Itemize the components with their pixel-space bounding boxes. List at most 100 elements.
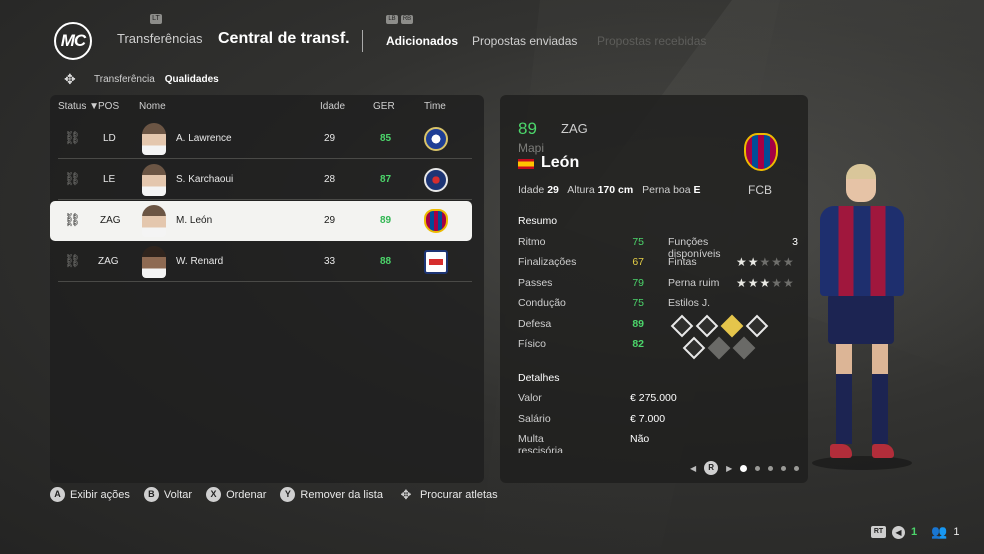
finance-multa: Multa rescisória Não <box>518 433 788 453</box>
player-first-name: Mapi <box>518 141 545 155</box>
club-abbreviation: FCB <box>748 183 772 197</box>
hint-remover[interactable]: Y Remover da lista <box>280 487 383 502</box>
col-ger[interactable]: GER <box>373 101 395 112</box>
col-pos[interactable]: POS <box>98 101 119 112</box>
playstyle-icon[interactable] <box>745 314 769 338</box>
playstyle-icon[interactable] <box>670 314 694 338</box>
attr-label: Físico <box>518 338 547 350</box>
playstyle-icon[interactable] <box>682 336 706 360</box>
hint-procurar-atletas[interactable]: ✥ Procurar atletas <box>397 487 498 502</box>
attr-label: Finalizações <box>518 256 577 268</box>
spain-flag-icon <box>518 159 534 169</box>
playstyles-label: Estilos J. <box>668 297 711 309</box>
playstyle-empty-icon <box>707 336 731 360</box>
playstyle-icon[interactable] <box>695 314 719 338</box>
y-button-icon: Y <box>280 487 296 502</box>
row-name: M. León <box>176 215 213 226</box>
attr-defesa: Defesa 89 <box>518 318 644 330</box>
finance-valor: Valor € 275.000 <box>518 392 788 404</box>
tab-adicionados[interactable]: Adicionados <box>386 34 458 48</box>
subnav-transferencia[interactable]: Transferência <box>94 74 155 85</box>
playstyle-plus-icon[interactable] <box>720 314 744 338</box>
functions-value: 3 <box>792 236 798 248</box>
player-avatar <box>142 123 166 155</box>
corner-status: RT ◀ 1 👥 1 <box>871 524 959 540</box>
attr-value: 67 <box>632 256 644 268</box>
finance-value: € 7.000 <box>630 413 666 425</box>
users-count: 1 <box>953 526 960 538</box>
lt-button-hint: LT <box>150 14 162 24</box>
pager-dot[interactable] <box>755 465 761 471</box>
summary-title: Resumo <box>518 215 558 227</box>
attr-ritmo: Ritmo 75 <box>518 236 644 248</box>
row-name: A. Lawrence <box>176 133 232 144</box>
age-label: Idade <box>518 184 545 196</box>
table-row[interactable]: ⛓ LE S. Karchaoui 28 87 <box>58 160 472 200</box>
x-button-icon: X <box>206 487 222 502</box>
finance-value: € 275.000 <box>630 392 677 404</box>
col-team[interactable]: Time <box>424 101 446 112</box>
row-name: S. Karchaoui <box>176 174 234 185</box>
barcelona-crest-icon <box>744 133 778 171</box>
r-button-hint: R <box>704 461 719 475</box>
age-value: 29 <box>547 184 559 196</box>
subnav-qualidades[interactable]: Qualidades <box>165 74 219 85</box>
pager-dot[interactable] <box>768 465 774 471</box>
binoculars-icon: ⛓ <box>64 171 81 186</box>
finance-value: Não <box>630 433 650 445</box>
row-age: 33 <box>324 256 336 267</box>
binoculars-icon: ⛓ <box>64 130 81 145</box>
pager-dot-active[interactable] <box>740 464 748 472</box>
lyon-crest-icon <box>424 250 448 274</box>
attr-passes: Passes 79 <box>518 277 644 289</box>
nav-divider <box>362 30 363 52</box>
nav-transferencias[interactable]: Transferências <box>117 31 203 46</box>
col-age[interactable]: Idade <box>320 101 345 112</box>
row-pos: LE <box>103 174 116 185</box>
table-row[interactable]: ⛓ LD A. Lawrence 29 85 <box>58 119 472 159</box>
skill-moves-stars: ★★★★★ <box>736 255 795 269</box>
attr-value: 75 <box>632 297 644 309</box>
rb-button-hint: RB <box>401 15 413 24</box>
hint-label: Procurar atletas <box>419 488 498 501</box>
barcelona-crest-icon <box>424 209 448 233</box>
hint-exibir-acoes[interactable]: A Exibir ações <box>50 487 130 502</box>
row-age: 28 <box>324 174 336 185</box>
row-pos: ZAG <box>98 256 119 267</box>
player-avatar <box>142 246 166 278</box>
row-ger: 88 <box>380 256 392 267</box>
foot-label: Perna boa <box>642 184 691 196</box>
detail-pager[interactable]: ◀ R ▶ <box>690 461 800 475</box>
table-row-selected[interactable]: ⛓ ZAG M. León 29 89 <box>50 201 472 241</box>
finance-label: Multa rescisória <box>518 433 563 453</box>
finance-label: Salário <box>518 413 551 425</box>
page-title: Central de transf. <box>218 30 350 47</box>
player-last-name: León <box>541 154 580 171</box>
hint-label: Ordenar <box>226 488 267 501</box>
row-pos: LD <box>103 133 116 144</box>
col-name[interactable]: Nome <box>139 101 166 112</box>
attr-value: 82 <box>632 338 644 350</box>
tab-propostas-enviadas[interactable]: Propostas enviadas <box>472 34 577 48</box>
player-model-image <box>812 160 912 490</box>
attr-label: Defesa <box>518 318 552 330</box>
button-hints-bar: A Exibir ações B Voltar X Ordenar Y Remo… <box>50 487 512 502</box>
tab-propostas-recebidas[interactable]: Propostas recebidas <box>597 34 706 48</box>
table-row[interactable]: ⛓ ZAG W. Renard 33 88 <box>58 242 472 282</box>
shortlist-panel: Status ▼ POS Nome Idade GER Time ⛓ LD A.… <box>50 95 484 483</box>
col-status[interactable]: Status ▼ <box>58 101 99 112</box>
table-header: Status ▼ POS Nome Idade GER Time <box>50 95 484 117</box>
pager-dot[interactable] <box>781 465 787 471</box>
finance-label: Valor <box>518 392 542 404</box>
pager-right-arrow-icon[interactable]: ▶ <box>726 464 732 473</box>
finance-title: Detalhes financeiros <box>518 372 569 386</box>
player-position: ZAG <box>561 121 588 136</box>
b-button-icon: B <box>143 487 159 502</box>
playstyles-row: Estilos J. <box>668 297 798 309</box>
hint-ordenar[interactable]: X Ordenar <box>206 487 266 502</box>
rt-button-icon: RT <box>871 526 886 538</box>
pager-left-arrow-icon[interactable]: ◀ <box>690 464 696 473</box>
a-button-icon: A <box>50 487 65 502</box>
pager-dot[interactable] <box>794 465 800 471</box>
hint-voltar[interactable]: B Voltar <box>143 487 192 502</box>
